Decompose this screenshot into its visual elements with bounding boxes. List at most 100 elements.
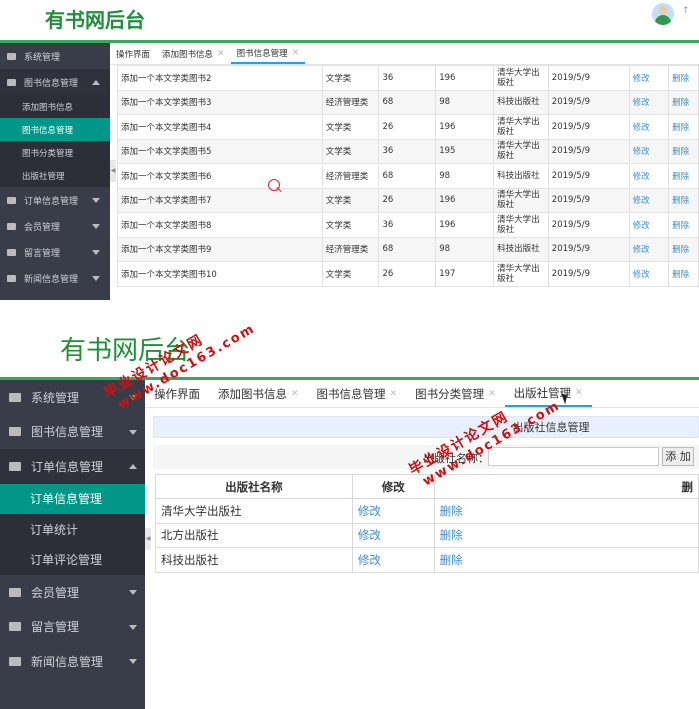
stock-cell: 68 bbox=[378, 236, 437, 262]
price-cell: 196 bbox=[435, 212, 495, 238]
price-cell: 98 bbox=[435, 89, 495, 115]
sidebar-subitem-add-book[interactable]: 添加图书信息 bbox=[0, 95, 110, 118]
category-cell: 经济管理类 bbox=[321, 89, 380, 115]
category-cell: 文学类 bbox=[321, 138, 380, 164]
sidebar-item-news[interactable]: 新闻信息管理 bbox=[0, 644, 145, 679]
close-icon[interactable]: ✕ bbox=[575, 388, 583, 398]
price-cell: 195 bbox=[435, 138, 495, 164]
close-icon[interactable]: ✕ bbox=[217, 49, 225, 59]
sidebar-submenu: 订单信息管理 订单统计 订单评论管理 bbox=[0, 483, 145, 576]
close-icon[interactable]: ✕ bbox=[390, 389, 398, 399]
tab-bar: 操作界面 添加图书信息 ✕ 图书信息管理 ✕ 图书分类管理 ✕ 出版社管理 ✕ bbox=[145, 380, 699, 408]
delete-link[interactable]: 删除 bbox=[433, 522, 699, 548]
close-icon[interactable]: ✕ bbox=[292, 48, 300, 58]
sidebar-item-messages[interactable]: 留言管理 bbox=[0, 610, 145, 645]
sidebar-collapse-handle[interactable]: ◀ bbox=[110, 160, 116, 182]
sidebar-item-system[interactable]: 系统管理 bbox=[0, 43, 110, 69]
sidebar-subitem-order-stats[interactable]: 订单统计 bbox=[0, 514, 145, 545]
sidebar-submenu: 添加图书信息 图书信息管理 图书分类管理 出版社管理 bbox=[0, 95, 110, 187]
folder-icon bbox=[9, 622, 21, 632]
folder-icon bbox=[7, 248, 16, 256]
publisher-name-cell: 清华大学出版社 bbox=[155, 498, 353, 524]
sidebar-item-members[interactable]: 会员管理 bbox=[0, 213, 110, 239]
sidebar-subitem-book-info[interactable]: 图书信息管理 bbox=[0, 118, 110, 141]
price-cell: 196 bbox=[435, 114, 495, 140]
user-avatar[interactable] bbox=[652, 3, 674, 25]
grid-icon bbox=[7, 52, 16, 60]
sidebar-item-books[interactable]: 图书信息管理 bbox=[0, 69, 110, 95]
tab-book-info[interactable]: 图书信息管理 ✕ bbox=[230, 43, 306, 64]
edit-link[interactable]: 修改 bbox=[628, 261, 670, 287]
delete-link[interactable]: 删除 bbox=[668, 212, 699, 238]
chevron-down-icon bbox=[92, 198, 100, 203]
sidebar-item-label: 图书信息管理 bbox=[24, 78, 79, 89]
folder-icon bbox=[9, 427, 21, 437]
sidebar-item-orders[interactable]: 订单信息管理 bbox=[0, 187, 110, 213]
book-name-cell: 添加一个本文学类图书5 bbox=[117, 138, 323, 164]
delete-link[interactable]: 删除 bbox=[668, 187, 699, 213]
edit-link[interactable]: 修改 bbox=[628, 187, 670, 213]
edit-link[interactable]: 修改 bbox=[628, 138, 670, 164]
sidebar-item-orders[interactable]: 订单信息管理 bbox=[0, 449, 145, 484]
edit-link[interactable]: 修改 bbox=[628, 65, 670, 91]
delete-link[interactable]: 删除 bbox=[668, 236, 699, 262]
table-row: 添加一个本文学类图书4 文学类 26 196 清华大学出版社 2019/5/9 修改 删除 bbox=[117, 114, 699, 140]
tab-book-category[interactable]: 图书分类管理 ✕ bbox=[406, 380, 505, 407]
sidebar-item-messages[interactable]: 留言管理 bbox=[0, 239, 110, 265]
folder-icon bbox=[7, 222, 16, 230]
delete-link[interactable]: 删除 bbox=[668, 114, 699, 140]
delete-link[interactable]: 删除 bbox=[668, 65, 699, 91]
price-cell: 98 bbox=[435, 236, 495, 262]
delete-link[interactable]: 删除 bbox=[668, 89, 699, 115]
table-row: 清华大学出版社 修改 删除 bbox=[155, 498, 699, 524]
edit-link[interactable]: 修改 bbox=[351, 547, 435, 573]
category-cell: 经济管理类 bbox=[321, 163, 380, 189]
brand-logo: 有书网后台 bbox=[45, 8, 145, 32]
publisher-name-input[interactable] bbox=[488, 447, 659, 466]
sidebar-subitem-order-info[interactable]: 订单信息管理 bbox=[0, 483, 145, 514]
edit-link[interactable]: 修改 bbox=[628, 89, 670, 115]
delete-link[interactable]: 删除 bbox=[668, 138, 699, 164]
delete-link[interactable]: 删除 bbox=[668, 261, 699, 287]
sidebar-subitem-book-category[interactable]: 图书分类管理 bbox=[0, 141, 110, 164]
edit-link[interactable]: 修改 bbox=[351, 522, 435, 548]
chevron-down-icon bbox=[92, 224, 100, 229]
sidebar-subitem-order-comments[interactable]: 订单评论管理 bbox=[0, 545, 145, 576]
stock-cell: 26 bbox=[378, 261, 437, 287]
close-icon[interactable]: ✕ bbox=[488, 389, 496, 399]
sidebar-item-books[interactable]: 图书信息管理 bbox=[0, 415, 145, 450]
user-menu-caret[interactable]: ↑ bbox=[682, 6, 690, 16]
sidebar-collapse-handle[interactable]: ◀ bbox=[145, 528, 151, 550]
table-row: 添加一个本文学类图书5 文学类 36 195 清华大学出版社 2019/5/9 修改 删除 bbox=[117, 138, 699, 164]
tab-add-book[interactable]: 添加图书信息 ✕ bbox=[156, 43, 231, 64]
close-icon[interactable]: ✕ bbox=[291, 389, 299, 399]
category-cell: 文学类 bbox=[321, 187, 380, 213]
edit-link[interactable]: 修改 bbox=[628, 114, 670, 140]
edit-link[interactable]: 修改 bbox=[628, 163, 670, 189]
sidebar-item-members[interactable]: 会员管理 bbox=[0, 575, 145, 610]
tab-book-info[interactable]: 图书信息管理 ✕ bbox=[308, 380, 407, 407]
edit-link[interactable]: 修改 bbox=[628, 236, 670, 262]
tab-label: 图书信息管理 bbox=[316, 386, 386, 401]
sidebar: 系统管理 图书信息管理 添加图书信息 图书信息管理 图书分类管理 出版社管理 订… bbox=[0, 43, 110, 300]
category-cell: 经济管理类 bbox=[321, 236, 380, 262]
delete-link[interactable]: 删除 bbox=[668, 163, 699, 189]
tab-label: 添加图书信息 bbox=[162, 49, 214, 60]
folder-icon bbox=[7, 274, 16, 282]
tab-operation[interactable]: 操作界面 bbox=[110, 43, 156, 64]
sidebar-item-label: 留言管理 bbox=[31, 620, 80, 635]
publisher-cell: 清华大学出版社 bbox=[493, 138, 549, 164]
stock-cell: 26 bbox=[378, 114, 437, 140]
edit-link[interactable]: 修改 bbox=[628, 212, 670, 238]
tab-add-book[interactable]: 添加图书信息 ✕ bbox=[209, 380, 308, 407]
delete-link[interactable]: 删除 bbox=[433, 498, 699, 524]
edit-link[interactable]: 修改 bbox=[351, 498, 435, 524]
sidebar-item-news[interactable]: 新闻信息管理 bbox=[0, 265, 110, 291]
add-button[interactable]: 添 加 bbox=[662, 447, 694, 466]
table-row: 添加一个本文学类图书2 文学类 36 196 清华大学出版社 2019/5/9 修改 删除 bbox=[117, 65, 699, 91]
delete-link[interactable]: 删除 bbox=[433, 547, 699, 573]
sidebar-item-label: 会员管理 bbox=[31, 585, 80, 600]
tab-label: 操作界面 bbox=[116, 49, 151, 60]
folder-icon bbox=[7, 196, 16, 204]
sidebar-subitem-publisher[interactable]: 出版社管理 bbox=[0, 164, 110, 187]
